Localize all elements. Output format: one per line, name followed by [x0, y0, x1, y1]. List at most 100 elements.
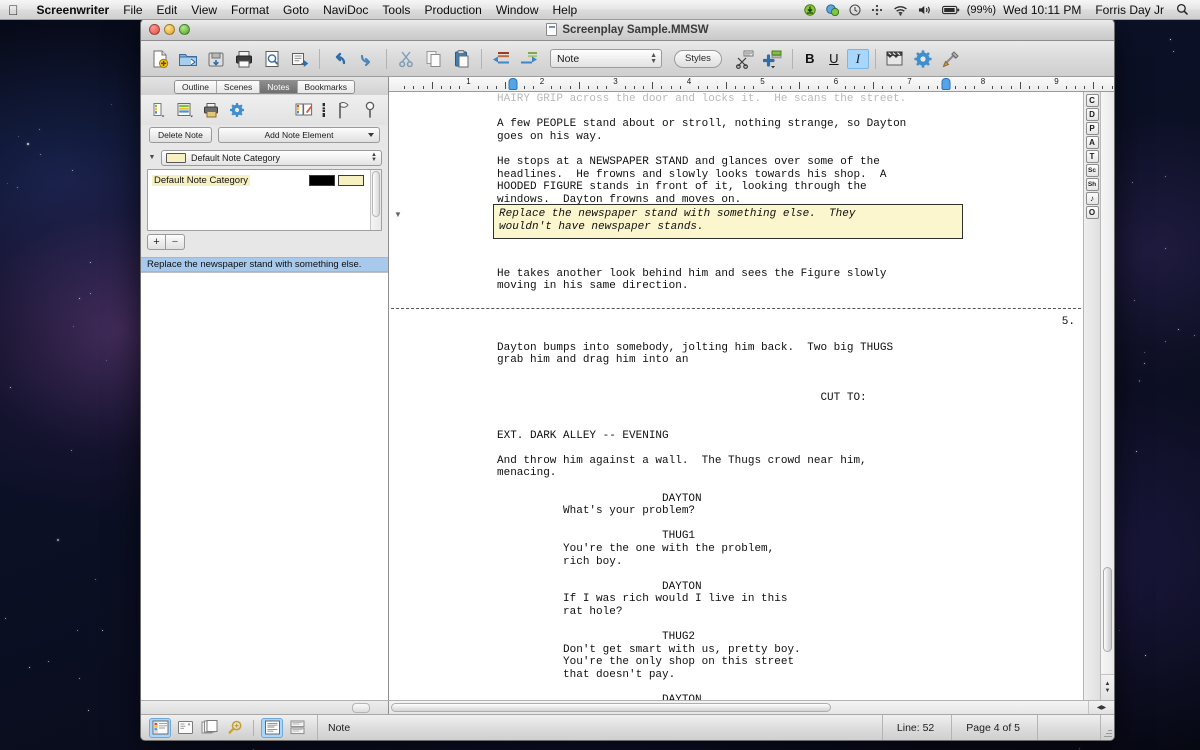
open-folder-icon[interactable]: [175, 46, 201, 72]
menu-item-navidoc[interactable]: NaviDoc: [316, 0, 375, 20]
sync-icon[interactable]: [821, 3, 844, 16]
split-view-icon[interactable]: [286, 718, 308, 738]
ruler[interactable]: 123456789: [389, 77, 1114, 92]
flag-icon[interactable]: [334, 100, 354, 120]
undo-icon[interactable]: [326, 46, 352, 72]
new-document-icon[interactable]: [147, 46, 173, 72]
menu-item-help[interactable]: Help: [546, 0, 585, 20]
menu-item-edit[interactable]: Edit: [150, 0, 185, 20]
menu-item-format[interactable]: Format: [224, 0, 276, 20]
tools-icon[interactable]: [938, 46, 964, 72]
level-icon[interactable]: [320, 100, 328, 120]
add-element-icon[interactable]: [760, 46, 786, 72]
move-icon[interactable]: [866, 4, 888, 16]
outdent-icon[interactable]: [488, 46, 514, 72]
bold-button[interactable]: B: [799, 49, 821, 69]
battery-icon[interactable]: [937, 4, 965, 16]
note-category-list[interactable]: Default Note Category: [147, 169, 382, 231]
background-color-swatch[interactable]: [338, 175, 364, 186]
time-machine-icon[interactable]: [844, 3, 866, 16]
horizontal-scrollbar-track[interactable]: [389, 701, 1088, 714]
spotlight-search-icon[interactable]: [1171, 3, 1194, 16]
cut-icon[interactable]: [393, 46, 419, 72]
styles-button[interactable]: Styles: [674, 49, 722, 68]
save-icon[interactable]: [203, 46, 229, 72]
page-vertical-scrollbar[interactable]: ▲ ▼: [1100, 92, 1114, 700]
slider-icon[interactable]: [360, 100, 380, 120]
other-icon[interactable]: O: [1085, 206, 1099, 219]
delete-note-button[interactable]: Delete Note: [149, 127, 212, 143]
note-list-icon[interactable]: [149, 100, 169, 120]
zoom-icon[interactable]: [224, 718, 246, 738]
navidoc-view-icon[interactable]: [149, 717, 171, 738]
tab-bookmarks[interactable]: Bookmarks: [297, 80, 355, 93]
note-settings-icon[interactable]: [227, 100, 247, 120]
resize-knob[interactable]: [352, 702, 370, 713]
pages-icon[interactable]: [199, 718, 221, 738]
print-notes-icon[interactable]: [201, 100, 221, 120]
music-icon[interactable]: ♪: [1085, 192, 1099, 205]
color-picker-icon[interactable]: [294, 100, 314, 120]
note-category-popup[interactable]: Default Note Category ▲ ▼: [161, 149, 382, 166]
scene-heading-icon[interactable]: Sc: [1085, 164, 1099, 177]
tab-notes[interactable]: Notes: [260, 80, 298, 93]
menu-item-view[interactable]: View: [184, 0, 224, 20]
print-icon[interactable]: [231, 46, 257, 72]
note-list-area[interactable]: [141, 272, 388, 700]
window-resize-grip[interactable]: [1100, 714, 1114, 740]
copy-icon[interactable]: [421, 46, 447, 72]
split-scene-icon[interactable]: [732, 46, 758, 72]
shot-icon[interactable]: Sh: [1085, 178, 1099, 191]
inline-note-box[interactable]: Replace the newspaper stand with somethi…: [493, 204, 963, 239]
scrollbar-arrows[interactable]: ▲ ▼: [1101, 674, 1114, 700]
selected-note-row[interactable]: Replace the newspaper stand with somethi…: [141, 257, 388, 272]
paste-icon[interactable]: [449, 46, 475, 72]
index-card-icon[interactable]: [174, 718, 196, 738]
add-note-element-popup[interactable]: Add Note Element: [217, 127, 380, 143]
clapperboard-icon[interactable]: [882, 46, 908, 72]
indent-icon[interactable]: [516, 46, 542, 72]
menu-item-production[interactable]: Production: [417, 0, 488, 20]
volume-icon[interactable]: [913, 4, 937, 16]
window-titlebar[interactable]: Screenplay Sample.MMSW: [141, 19, 1114, 41]
character-icon[interactable]: C: [1085, 94, 1099, 107]
tab-outline[interactable]: Outline: [174, 80, 217, 93]
element-type-popup[interactable]: Note ▲ ▼: [550, 49, 662, 68]
scrollbar-thumb[interactable]: [372, 171, 380, 217]
note-detail-icon[interactable]: [175, 100, 195, 120]
horizontal-scrollbar-arrows[interactable]: ◀▶: [1088, 701, 1114, 714]
category-list-scrollbar[interactable]: [370, 170, 381, 230]
list-item[interactable]: Default Note Category: [152, 174, 366, 187]
menubar-user[interactable]: Forris Day Jr: [1088, 3, 1171, 17]
remove-category-button[interactable]: −: [166, 234, 185, 250]
menu-item-file[interactable]: File: [116, 0, 149, 20]
disclosure-triangle-icon[interactable]: ▼: [147, 153, 157, 163]
note-disclosure-triangle-icon[interactable]: ▼: [393, 210, 403, 219]
download-icon[interactable]: [799, 3, 821, 16]
script-text[interactable]: HAIRY GRIP across the door and locks it.…: [389, 92, 1083, 700]
dialogue-icon[interactable]: D: [1085, 108, 1099, 121]
tab-scenes[interactable]: Scenes: [216, 80, 261, 93]
wifi-icon[interactable]: [888, 4, 913, 16]
transition-icon[interactable]: T: [1085, 150, 1099, 163]
underline-button[interactable]: U: [823, 49, 845, 69]
menu-item-goto[interactable]: Goto: [276, 0, 316, 20]
text-color-swatch[interactable]: [309, 175, 335, 186]
action-icon[interactable]: A: [1085, 136, 1099, 149]
menu-item-tools[interactable]: Tools: [375, 0, 417, 20]
export-icon[interactable]: [287, 46, 313, 72]
script-page[interactable]: HAIRY GRIP across the door and locks it.…: [389, 92, 1084, 700]
italic-button[interactable]: I: [846, 48, 869, 69]
scrollbar-thumb[interactable]: [1103, 567, 1112, 652]
menu-item-app[interactable]: Screenwriter: [30, 0, 117, 20]
print-preview-icon[interactable]: [259, 46, 285, 72]
menubar-clock[interactable]: Wed 10:11 PM: [996, 3, 1088, 17]
gear-icon[interactable]: [910, 46, 936, 72]
redo-icon[interactable]: [354, 46, 380, 72]
normal-view-icon[interactable]: [261, 717, 283, 738]
menu-item-window[interactable]: Window: [489, 0, 546, 20]
add-category-button[interactable]: +: [147, 234, 166, 250]
horizontal-scrollbar-thumb[interactable]: [391, 703, 831, 712]
parenthetical-icon[interactable]: P: [1085, 122, 1099, 135]
apple-icon[interactable]: : [8, 3, 19, 17]
